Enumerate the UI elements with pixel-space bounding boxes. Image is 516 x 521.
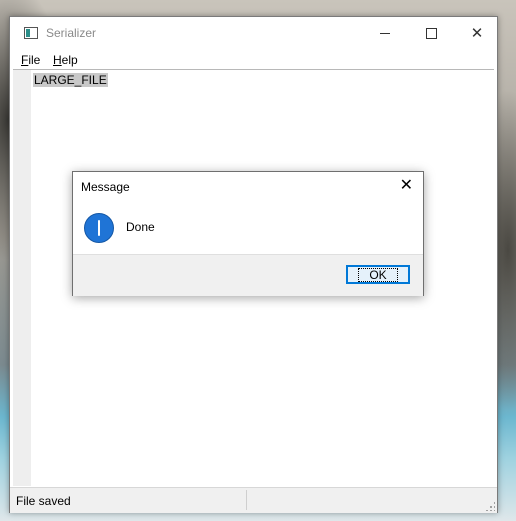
maximize-icon — [425, 27, 437, 39]
close-button[interactable]: ✕ — [454, 17, 500, 49]
editor-gutter — [13, 70, 31, 486]
window-title: Serializer — [46, 26, 97, 40]
ok-button-label: OK — [358, 267, 398, 282]
minimize-icon — [380, 32, 390, 34]
ok-button[interactable]: OK — [346, 265, 410, 284]
minimize-button[interactable] — [362, 17, 408, 49]
status-divider — [246, 490, 247, 510]
menu-file[interactable]: File — [21, 53, 40, 67]
dialog-footer: OK — [73, 254, 423, 296]
maximize-button[interactable] — [408, 17, 454, 49]
close-icon: ✕ — [470, 23, 484, 42]
resize-grip-icon[interactable] — [485, 501, 495, 511]
dialog-message: Done — [126, 220, 155, 234]
status-bar: File saved — [10, 487, 497, 513]
menu-bar: File Help — [10, 51, 497, 69]
editor-line-selected[interactable]: LARGE_FILE — [33, 73, 108, 87]
menu-help[interactable]: Help — [53, 53, 78, 67]
app-icon — [24, 27, 38, 39]
status-text: File saved — [16, 494, 71, 508]
message-dialog: Message ✕ Done OK — [72, 171, 424, 296]
dialog-title: Message — [81, 180, 130, 194]
dialog-close-icon[interactable]: ✕ — [400, 177, 413, 193]
title-bar[interactable]: Serializer ✕ — [10, 17, 497, 49]
info-icon — [84, 213, 114, 243]
